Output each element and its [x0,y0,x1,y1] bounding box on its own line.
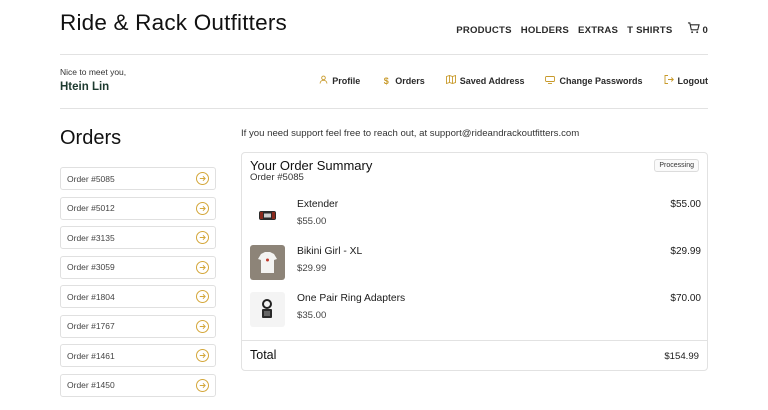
account-menu: Profile $ Orders Saved Address Change Pa… [318,74,709,86]
total-value: $154.99 [664,351,699,362]
product-image [250,198,285,233]
arrow-right-icon[interactable] [196,260,209,274]
nav-products[interactable]: PRODUCTS [456,25,511,36]
arrow-right-icon[interactable] [196,201,209,215]
order-label: Order #1461 [67,350,115,361]
header-divider [60,54,708,55]
item-name: Extender [297,199,339,210]
order-row[interactable]: Order #3059 [60,255,216,279]
item-unit-price: $35.00 [297,310,327,321]
order-summary-card: Your Order Summary Order #5085 Processin… [241,152,708,371]
product-image [250,292,285,327]
logout-icon [664,75,674,86]
order-row[interactable]: Order #1461 [60,344,216,367]
menu-logout-label: Logout [677,75,709,86]
menu-change-passwords-label: Change Passwords [559,75,643,86]
account-divider [60,108,708,109]
product-image [250,245,285,280]
menu-profile[interactable]: Profile [318,75,360,86]
menu-orders-label: Orders [395,75,425,86]
item-name: Bikini Girl - XL [297,246,363,257]
user-name: Htein Lin [60,81,110,93]
order-label: Order #1767 [67,321,115,331]
summary-order-number: Order #5085 [250,172,304,183]
orders-title: Orders [60,127,122,149]
item-total: $55.00 [670,199,701,210]
brand-logo[interactable]: Ride & Rack Outfitters [60,10,287,36]
menu-profile-label: Profile [332,75,361,86]
order-row[interactable]: Order #3135 [60,226,216,249]
menu-orders[interactable]: $ Orders [381,76,425,86]
menu-saved-address[interactable]: Saved Address [445,74,525,86]
item-total: $29.99 [670,246,701,257]
status-badge: Processing [654,159,699,172]
menu-saved-address-label: Saved Address [459,75,525,86]
summary-title: Your Order Summary [250,158,373,173]
order-row[interactable]: Order #1767 [60,314,216,338]
total-divider [242,340,707,341]
map-icon [445,74,456,86]
support-text: If you need support feel free to reach o… [241,128,580,139]
total-label: Total [250,348,277,362]
key-icon [545,75,556,86]
order-label: Order #1450 [67,380,115,390]
nav-tshirts[interactable]: T SHIRTS [627,25,672,36]
arrow-right-icon[interactable] [196,290,209,303]
item-total: $70.00 [670,293,701,304]
nav-holders[interactable]: HOLDERS [521,25,569,36]
order-row[interactable]: Order #1450 [60,373,216,397]
order-item: One Pair Ring Adapters $35.00 $70.00 [250,292,701,328]
menu-change-passwords[interactable]: Change Passwords [545,75,643,86]
order-label: Order #3059 [67,262,115,272]
top-nav: PRODUCTS HOLDERS EXTRAS T SHIRTS 0 [456,21,708,39]
item-name: One Pair Ring Adapters [297,293,406,304]
order-item: Bikini Girl - XL $29.99 $29.99 [250,245,701,281]
menu-logout[interactable]: Logout [664,75,709,86]
arrow-right-icon[interactable] [196,319,209,333]
greeting: Nice to meet you, [60,67,127,77]
dollar-icon: $ [383,75,389,86]
item-unit-price: $55.00 [297,216,327,227]
arrow-right-icon[interactable] [196,172,209,185]
arrow-right-icon[interactable] [196,378,209,392]
user-icon [318,75,328,86]
arrow-right-icon[interactable] [196,231,209,244]
cart-button[interactable]: 0 [687,21,708,39]
cart-icon [687,21,701,39]
order-row[interactable]: Order #5012 [60,196,216,220]
nav-extras[interactable]: EXTRAS [578,25,618,36]
order-row[interactable]: Order #1804 [60,285,216,308]
arrow-right-icon[interactable] [196,349,209,362]
orders-list: Order #5085 Order #5012 Order #3135 Orde… [60,167,216,403]
item-unit-price: $29.99 [297,263,327,274]
cart-count: 0 [702,24,708,36]
order-label: Order #3135 [67,232,115,243]
order-row[interactable]: Order #5085 [60,167,216,190]
order-label: Order #5085 [67,173,115,184]
order-label: Order #5012 [67,203,115,213]
order-label: Order #1804 [67,291,115,302]
order-item: Extender $55.00 $55.00 [250,198,701,234]
